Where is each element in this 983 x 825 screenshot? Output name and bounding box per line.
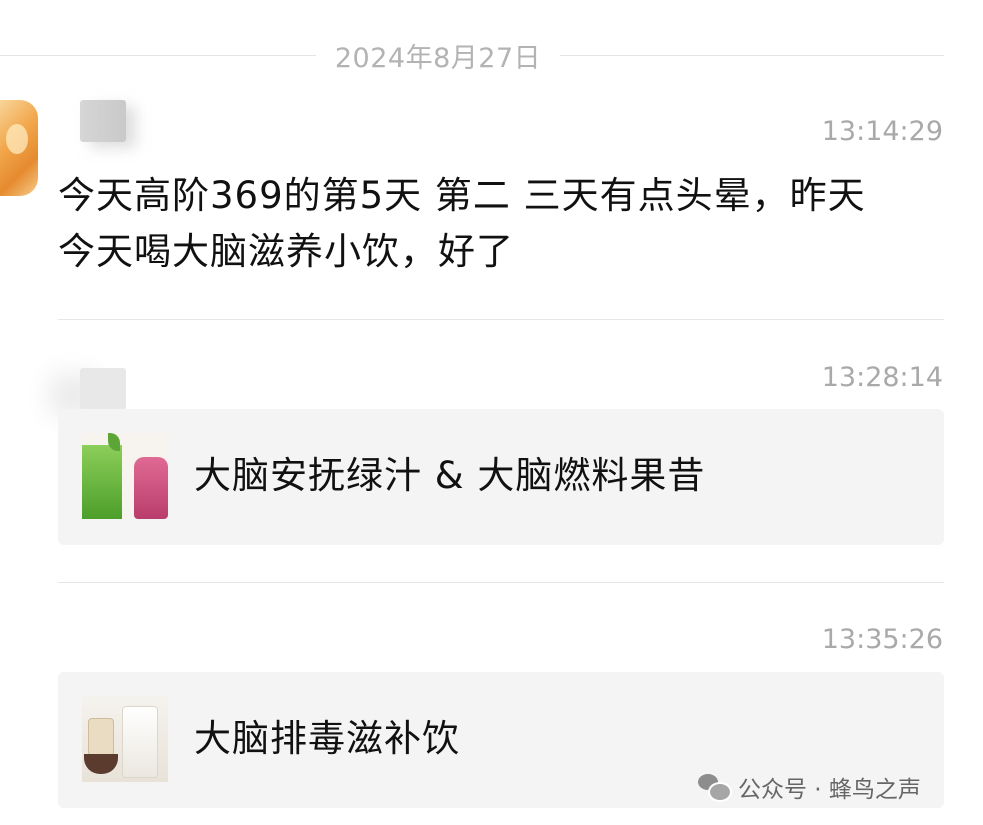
message-text-line: 今天高阶369的第5天 第二 三天有点头晕，昨天	[58, 174, 866, 217]
jar-image	[88, 718, 114, 756]
message-timestamp: 13:28:14	[821, 362, 943, 393]
card-title: 大脑安抚绿汁 & 大脑燃料果昔	[194, 454, 706, 497]
sender-name-blurred	[80, 100, 126, 142]
cup-image	[122, 706, 158, 778]
drink-thumbnail	[82, 433, 168, 519]
smoothie-glass	[134, 457, 168, 519]
watermark-text: 公众号 · 蜂鸟之声	[738, 777, 921, 803]
wechat-icon	[698, 774, 732, 802]
card-title: 大脑排毒滋补饮	[194, 717, 460, 760]
message-text[interactable]: 今天高阶369的第5天 第二 三天有点头晕，昨天 今天喝大脑滋养小饮，好了	[58, 168, 948, 280]
message-timestamp: 13:14:29	[821, 116, 943, 147]
sender-name-blurred	[80, 368, 126, 410]
link-card[interactable]: 大脑安抚绿汁 & 大脑燃料果昔	[58, 409, 944, 545]
green-juice-glass	[82, 445, 122, 519]
date-divider-row: 2024年8月27日	[0, 30, 983, 80]
avatar[interactable]	[0, 100, 38, 196]
message-divider	[58, 319, 944, 320]
drink-thumbnail	[82, 696, 168, 782]
message-text-line: 今天喝大脑滋养小饮，好了	[58, 230, 514, 273]
message-timestamp: 13:35:26	[821, 624, 943, 655]
watermark: 公众号 · 蜂鸟之声	[698, 765, 921, 809]
date-divider: 2024年8月27日	[334, 43, 542, 74]
message-divider	[58, 582, 944, 583]
divider-line-left	[0, 55, 316, 56]
divider-line-right	[560, 55, 944, 56]
bowl-image	[84, 754, 118, 774]
avatar-highlight	[6, 124, 28, 154]
